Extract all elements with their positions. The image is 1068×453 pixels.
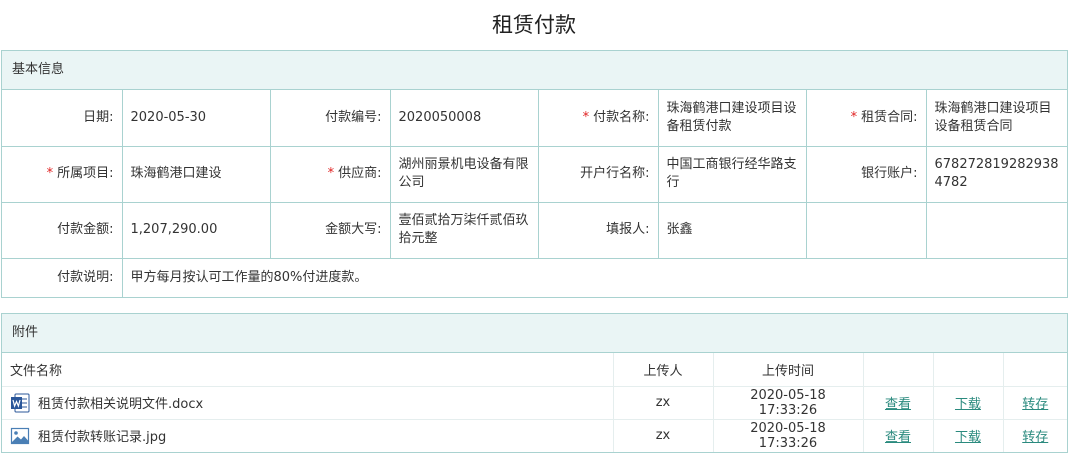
reporter-value: 张鑫 bbox=[657, 201, 807, 259]
uploader-cell: zx bbox=[613, 419, 714, 452]
save-link[interactable]: 转存 bbox=[1022, 430, 1048, 445]
supplier-value: 湖州丽景机电设备有限公司 bbox=[389, 145, 539, 203]
empty-cell bbox=[925, 201, 1067, 259]
attachments-header: 附件 bbox=[2, 314, 1067, 353]
save-action-cell: 转存 bbox=[1003, 419, 1067, 452]
project-label: * 所属项目: bbox=[2, 145, 123, 203]
bank-account-value: 6782728192829384782 bbox=[925, 145, 1067, 203]
supplier-label: * 供应商: bbox=[269, 145, 391, 203]
payment-name-label: * 付款名称: bbox=[537, 90, 659, 147]
action-column-header bbox=[933, 353, 1004, 386]
word-doc-icon bbox=[10, 393, 30, 413]
view-action-cell: 查看 bbox=[863, 386, 934, 419]
download-link[interactable]: 下载 bbox=[955, 430, 981, 445]
payment-note-label: 付款说明: bbox=[2, 257, 123, 297]
file-name-column-header: 文件名称 bbox=[2, 353, 614, 386]
payment-note-value: 甲方每月按认可工作量的80%付进度款。 bbox=[121, 257, 1067, 297]
action-column-header bbox=[863, 353, 934, 386]
amount-label: 付款金额: bbox=[2, 201, 123, 259]
uploader-cell: zx bbox=[613, 386, 714, 419]
reporter-label: 填报人: bbox=[537, 201, 659, 259]
date-value: 2020-05-30 bbox=[121, 90, 271, 147]
attachments-panel: 附件 文件名称 上传人 上传时间 租赁付款相关说明文件.docx zx 2020… bbox=[1, 313, 1068, 453]
amount-value: 1,207,290.00 bbox=[121, 201, 271, 259]
amount-chinese-value: 壹佰贰拾万柒仟贰佰玖拾元整 bbox=[389, 201, 539, 259]
file-name[interactable]: 租赁付款转账记录.jpg bbox=[38, 426, 166, 445]
upload-time-column-header: 上传时间 bbox=[713, 353, 864, 386]
download-link[interactable]: 下载 bbox=[955, 397, 981, 412]
amount-chinese-label: 金额大写: bbox=[269, 201, 391, 259]
required-mark: * bbox=[46, 166, 54, 181]
save-action-cell: 转存 bbox=[1003, 386, 1067, 419]
uploader-column-header: 上传人 bbox=[613, 353, 714, 386]
basic-info-header: 基本信息 bbox=[2, 51, 1067, 90]
view-link[interactable]: 查看 bbox=[885, 397, 911, 412]
view-link[interactable]: 查看 bbox=[885, 430, 911, 445]
upload-time-cell: 2020-05-18 17:33:26 bbox=[713, 386, 864, 419]
payment-name-value: 珠海鹤港口建设项目设备租赁付款 bbox=[657, 90, 807, 147]
project-value: 珠海鹤港口建设 bbox=[121, 145, 271, 203]
file-name[interactable]: 租赁付款相关说明文件.docx bbox=[38, 393, 203, 412]
page-title: 租赁付款 bbox=[492, 13, 576, 37]
attachments-table: 文件名称 上传人 上传时间 租赁付款相关说明文件.docx zx 2020-05… bbox=[2, 353, 1067, 452]
basic-info-table: 日期: 2020-05-30 付款编号: 2020050008 * 付款名称: 珠… bbox=[2, 90, 1067, 297]
upload-time-cell: 2020-05-18 17:33:26 bbox=[713, 419, 864, 452]
bank-name-value: 中国工商银行经华路支行 bbox=[657, 145, 807, 203]
table-row: 租赁付款相关说明文件.docx zx 2020-05-18 17:33:26 查… bbox=[2, 386, 1067, 419]
action-column-header bbox=[1003, 353, 1067, 386]
empty-cell bbox=[805, 201, 927, 259]
save-link[interactable]: 转存 bbox=[1022, 397, 1048, 412]
bank-account-label: 银行账户: bbox=[805, 145, 927, 203]
attachments-header-row: 文件名称 上传人 上传时间 bbox=[2, 353, 1067, 386]
payment-number-value: 2020050008 bbox=[389, 90, 539, 147]
table-row: 租赁付款转账记录.jpg zx 2020-05-18 17:33:26 查看 下… bbox=[2, 419, 1067, 452]
view-action-cell: 查看 bbox=[863, 419, 934, 452]
basic-info-panel: 基本信息 日期: 2020-05-30 付款编号: 2020050008 * 付款… bbox=[1, 50, 1068, 298]
lease-contract-value: 珠海鹤港口建设项目设备租赁合同 bbox=[925, 90, 1067, 147]
bank-name-label: 开户行名称: bbox=[537, 145, 659, 203]
payment-number-label: 付款编号: bbox=[269, 90, 391, 147]
file-name-cell: 租赁付款相关说明文件.docx bbox=[2, 386, 614, 419]
download-action-cell: 下载 bbox=[933, 419, 1004, 452]
file-name-cell: 租赁付款转账记录.jpg bbox=[2, 419, 614, 452]
download-action-cell: 下载 bbox=[933, 386, 1004, 419]
required-mark: * bbox=[327, 166, 335, 181]
lease-contract-label: * 租赁合同: bbox=[805, 90, 927, 147]
required-mark: * bbox=[850, 109, 858, 125]
date-label: 日期: bbox=[2, 90, 123, 147]
image-file-icon bbox=[10, 426, 30, 446]
required-mark: * bbox=[582, 109, 590, 125]
